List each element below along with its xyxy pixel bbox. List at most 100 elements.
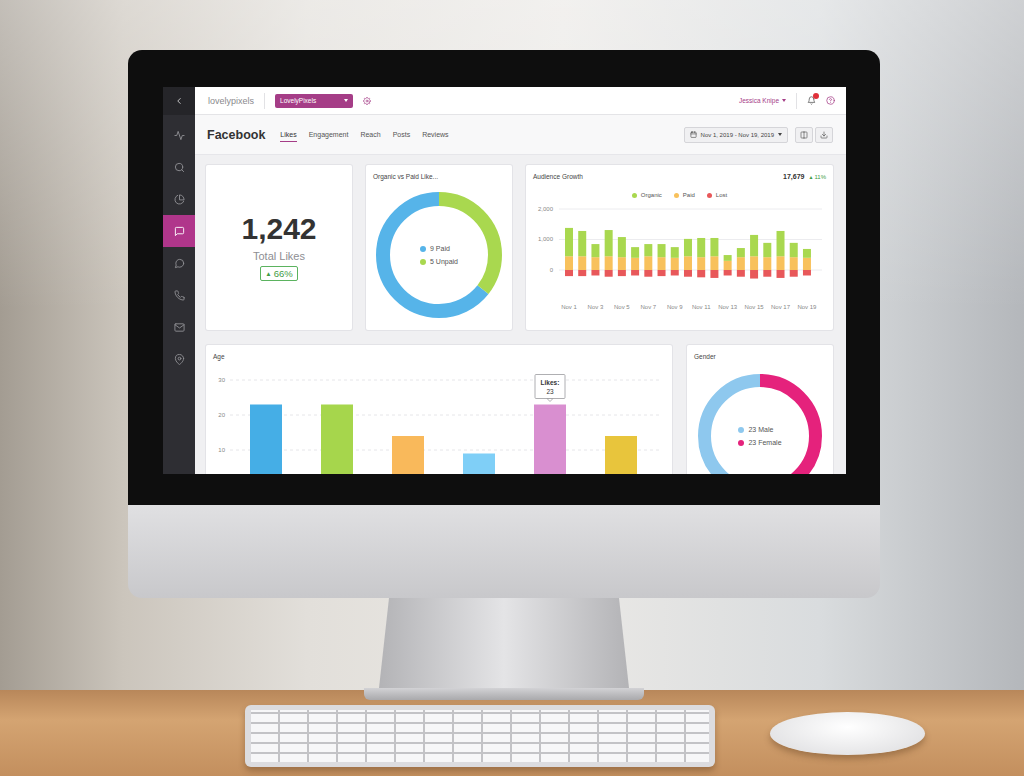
chart-bar[interactable] (644, 244, 652, 256)
chart-bar[interactable] (658, 270, 666, 276)
donut-ring (376, 192, 502, 318)
sidebar-item[interactable] (163, 311, 195, 343)
chart-bar[interactable] (737, 248, 745, 257)
chart-bar[interactable] (763, 270, 771, 277)
legend-dot (420, 246, 426, 252)
chart-bar[interactable] (631, 247, 639, 258)
gear-icon[interactable] (363, 97, 371, 105)
sidebar-item[interactable] (163, 215, 195, 247)
sidebar-item[interactable] (163, 183, 195, 215)
legend-item[interactable]: Paid (674, 192, 695, 198)
chart-bar[interactable] (578, 270, 586, 276)
chart-bar[interactable] (790, 270, 798, 277)
chart-bar[interactable] (631, 258, 639, 270)
sidebar-item[interactable] (163, 343, 195, 375)
chart-bar[interactable] (763, 243, 771, 257)
chart-bar[interactable] (565, 228, 573, 256)
mouse[interactable] (770, 712, 925, 755)
chart-bar[interactable] (737, 257, 745, 270)
tab[interactable]: Reviews (422, 128, 448, 142)
chart-bar[interactable] (710, 238, 718, 256)
chart-bar[interactable] (684, 239, 692, 256)
chart-bar[interactable] (777, 256, 785, 270)
chart-bar[interactable] (710, 256, 718, 270)
collapse-button[interactable] (163, 87, 195, 115)
chart-bar[interactable] (605, 270, 613, 277)
help-icon[interactable] (826, 96, 835, 105)
chart-bar[interactable] (644, 256, 652, 270)
account-select[interactable]: LovelyPixels (275, 94, 353, 108)
chart-bar[interactable] (631, 270, 639, 275)
tab[interactable]: Posts (393, 128, 411, 142)
chart-bar[interactable] (671, 258, 679, 270)
chart-bar[interactable] (803, 270, 811, 275)
arrow-up-icon: ▲ (265, 270, 271, 277)
chart-bar[interactable] (777, 231, 785, 256)
chart-bar[interactable] (790, 243, 798, 257)
download-button[interactable] (815, 127, 833, 143)
chart-bar[interactable] (750, 256, 758, 270)
audience-change: ▲11% (808, 174, 826, 180)
chart-bar[interactable] (750, 270, 758, 279)
age-bar[interactable] (250, 405, 282, 475)
chart-bar[interactable] (697, 238, 705, 257)
user-menu[interactable]: Jessica Knipe (739, 97, 786, 104)
donut-segment[interactable] (705, 381, 816, 475)
chart-bar[interactable] (684, 270, 692, 277)
age-bar[interactable] (605, 436, 637, 474)
notifications-button[interactable] (807, 96, 816, 105)
sidebar-item[interactable] (163, 247, 195, 279)
chart-bar[interactable] (671, 270, 679, 275)
chart-bar[interactable] (578, 231, 586, 256)
legend-item[interactable]: Organic (632, 192, 662, 198)
chart-bar[interactable] (658, 257, 666, 270)
donut-segment[interactable] (383, 199, 495, 311)
chart-bar[interactable] (605, 256, 613, 270)
chart-bar[interactable] (658, 244, 666, 257)
chart-bar[interactable] (724, 255, 732, 261)
chart-bar[interactable] (684, 256, 692, 270)
chart-bar[interactable] (697, 257, 705, 270)
donut-segment[interactable] (705, 381, 816, 475)
sidebar-item[interactable] (163, 279, 195, 311)
legend-item[interactable]: Lost (707, 192, 727, 198)
chart-bar[interactable] (618, 270, 626, 276)
age-bar[interactable] (321, 405, 353, 475)
age-bar[interactable] (392, 436, 424, 474)
chart-bar[interactable] (618, 237, 626, 257)
tab[interactable]: Reach (360, 128, 380, 142)
age-bar[interactable] (463, 454, 495, 475)
sidebar-item[interactable] (163, 119, 195, 151)
card-title: Gender (687, 345, 833, 360)
tab[interactable]: Engagement (309, 128, 349, 142)
age-bar[interactable] (534, 405, 566, 475)
chart-bar[interactable] (803, 258, 811, 270)
chart-bar[interactable] (591, 244, 599, 257)
chart-bar[interactable] (618, 257, 626, 270)
chart-bar[interactable] (565, 256, 573, 270)
chart-bar[interactable] (591, 257, 599, 270)
chart-bar[interactable] (578, 256, 586, 270)
chart-bar[interactable] (644, 270, 652, 277)
logo[interactable]: lovelypixels (208, 96, 254, 106)
chart-bar[interactable] (710, 270, 718, 278)
chart-bar[interactable] (605, 230, 613, 256)
date-range-button[interactable]: Nov 1, 2019 - Nov 19, 2019 (684, 127, 788, 143)
tab[interactable]: Likes (280, 128, 296, 142)
chart-bar[interactable] (724, 261, 732, 270)
donut-segment[interactable] (383, 199, 495, 311)
chart-bar[interactable] (565, 270, 573, 276)
chart-bar[interactable] (790, 257, 798, 270)
chart-bar[interactable] (671, 247, 679, 258)
chart-bar[interactable] (697, 270, 705, 277)
chart-bar[interactable] (737, 270, 745, 277)
chart-bar[interactable] (724, 270, 732, 275)
chart-bar[interactable] (763, 257, 771, 270)
chart-bar[interactable] (803, 249, 811, 258)
chart-bar[interactable] (750, 235, 758, 256)
keyboard[interactable] (245, 705, 715, 767)
columns-button[interactable] (795, 127, 813, 143)
chart-bar[interactable] (591, 270, 599, 275)
sidebar-item[interactable] (163, 151, 195, 183)
chart-bar[interactable] (777, 270, 785, 278)
